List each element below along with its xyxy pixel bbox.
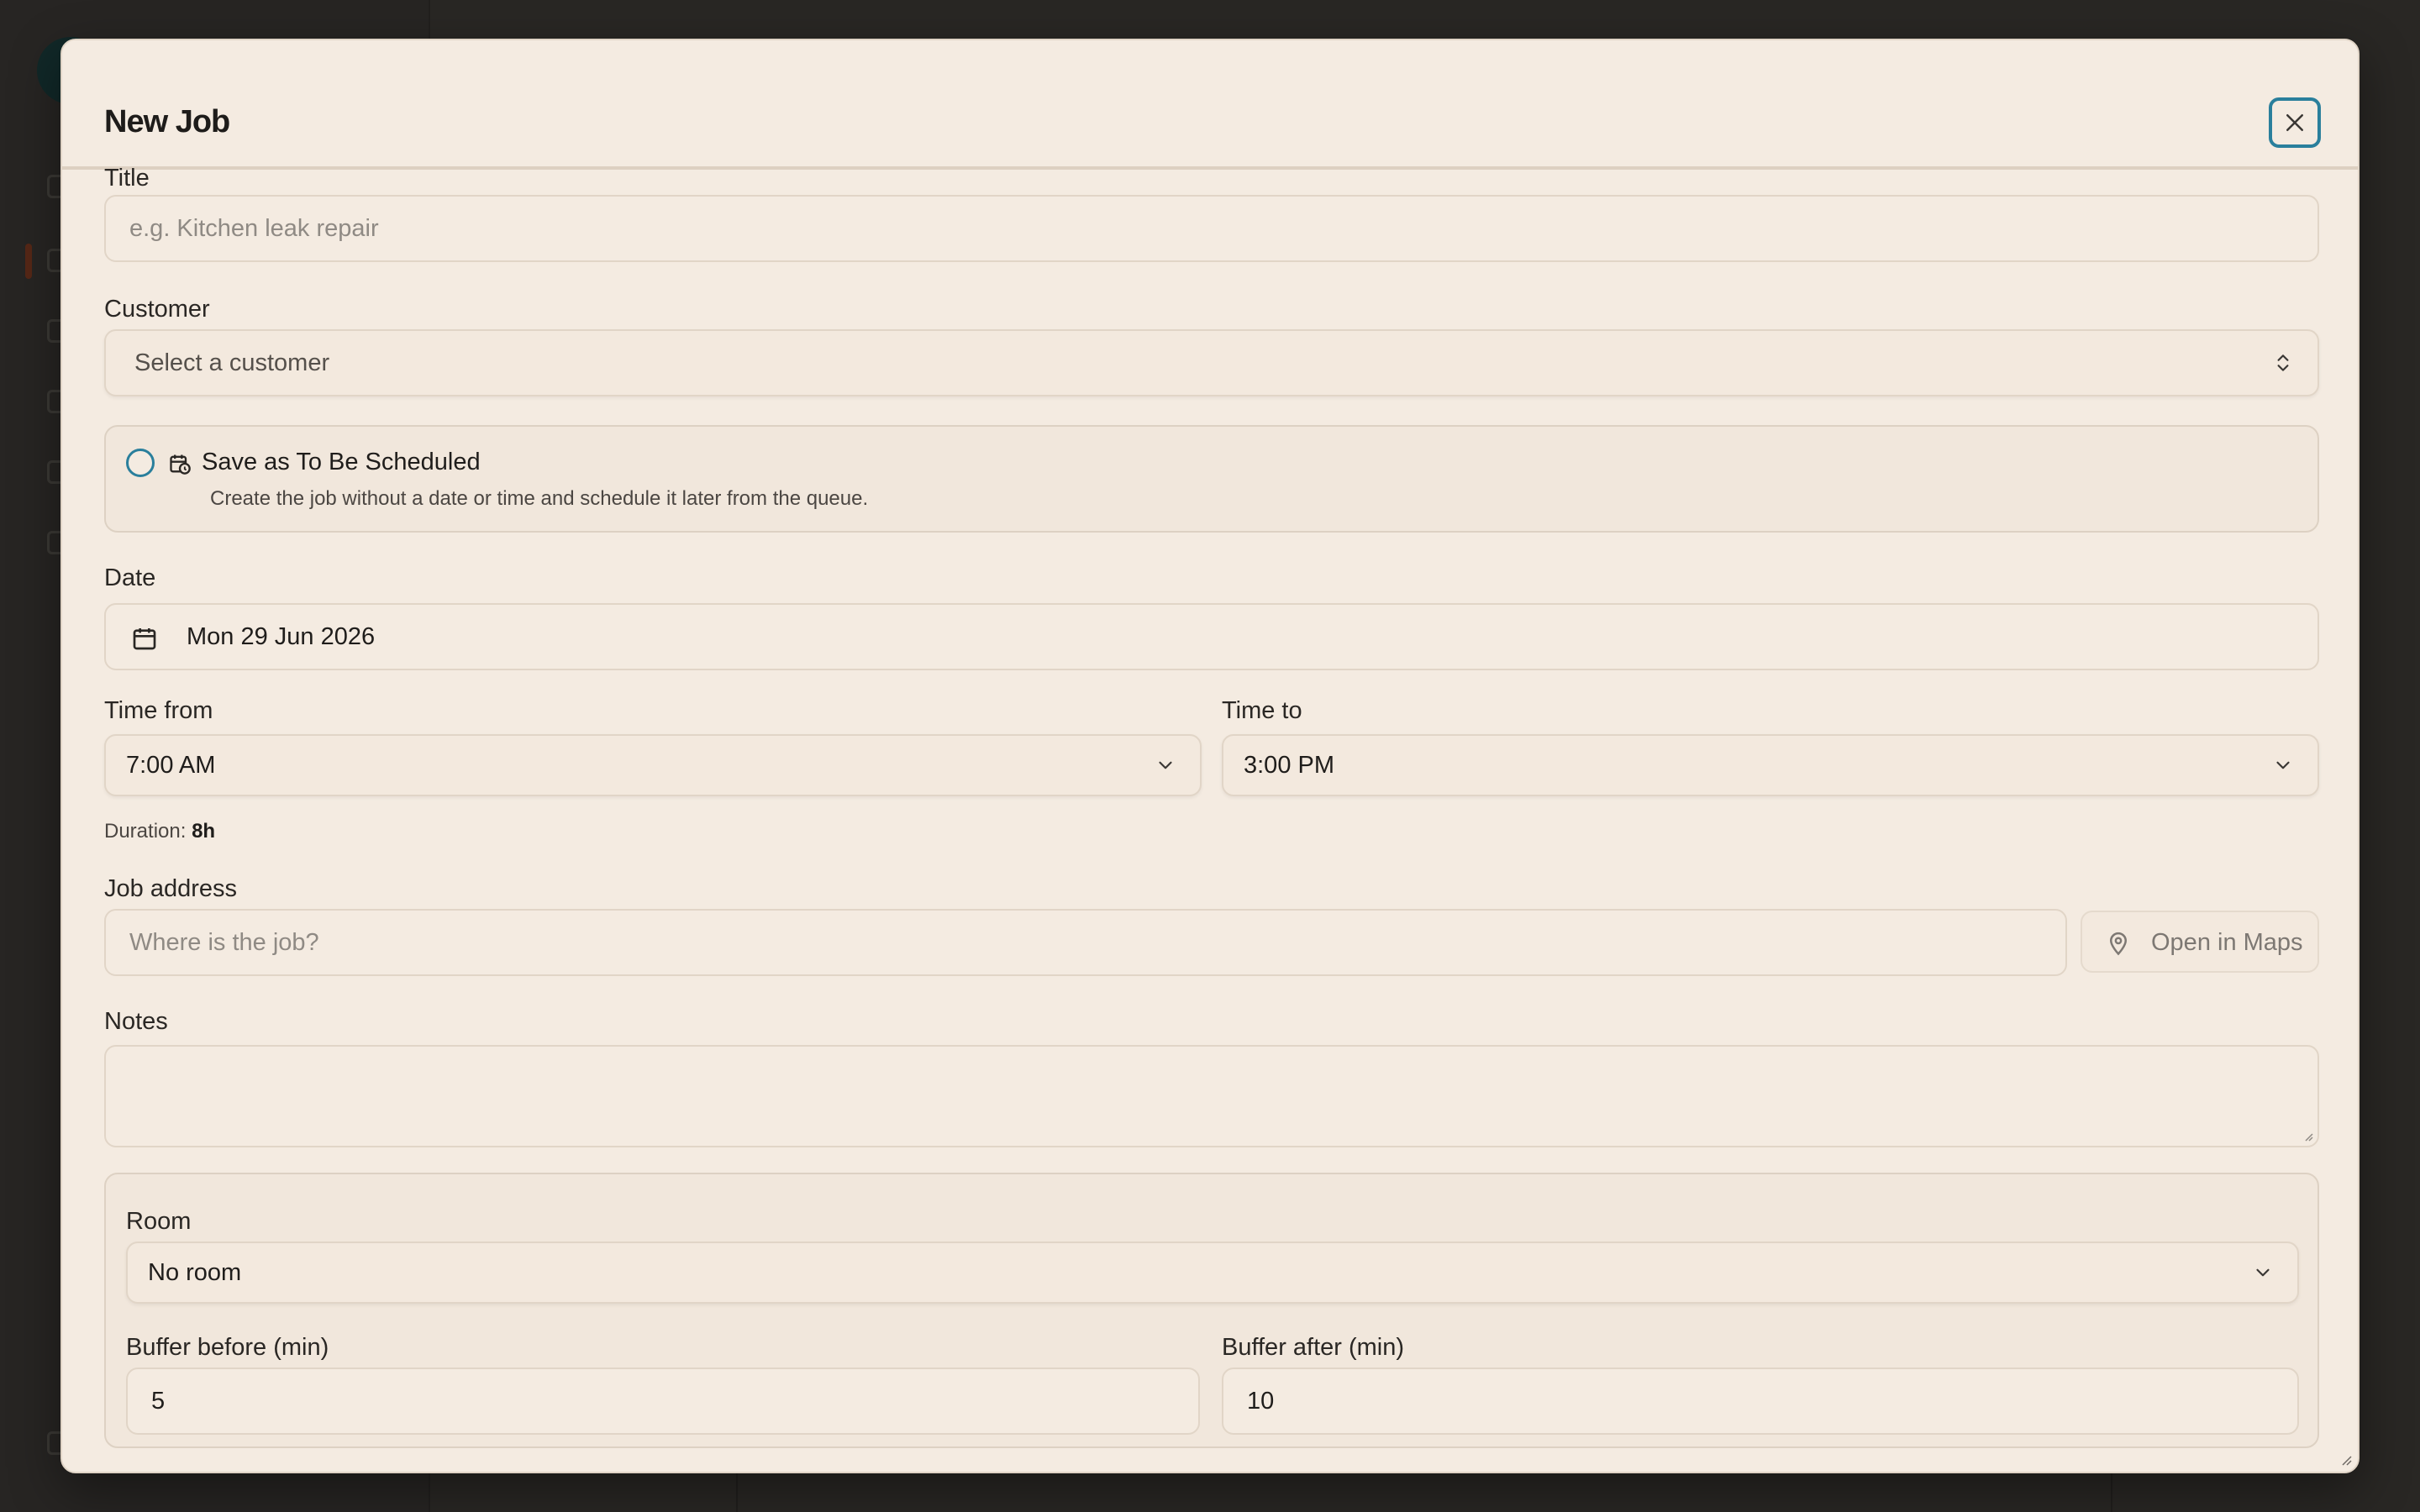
title-label: Title [104, 165, 150, 192]
time-from-value: 7:00 AM [126, 751, 216, 779]
room-section: Room No room Buffer before (min) 5 Buffe… [104, 1173, 2319, 1448]
chevron-down-icon [2276, 761, 2290, 769]
time-from-select[interactable]: 7:00 AM [104, 734, 1202, 796]
dialog-title: New Job [104, 104, 230, 139]
job-address-label: Job address [104, 875, 237, 902]
calendar-icon [133, 628, 156, 650]
open-in-maps-label: Open in Maps [2151, 929, 2303, 956]
date-value: Mon 29 Jun 2026 [187, 623, 376, 650]
date-label: Date [104, 564, 156, 591]
buffer-before-label: Buffer before (min) [126, 1334, 329, 1361]
dialog-resize-icon[interactable] [2338, 1452, 2353, 1467]
dialog-header: New Job [62, 40, 2358, 170]
calendar-clock-icon [170, 454, 191, 475]
chevron-down-icon [2256, 1268, 2270, 1277]
resize-grip-icon[interactable] [2301, 1129, 2314, 1142]
to-be-scheduled-radio[interactable] [126, 449, 155, 477]
duration-readout: Duration: 8h [104, 820, 215, 843]
room-label: Room [126, 1208, 192, 1235]
to-be-scheduled-description: Create the job without a date or time an… [210, 487, 869, 510]
time-to-select[interactable]: 3:00 PM [1222, 734, 2319, 796]
buffer-before-input[interactable]: 5 [126, 1368, 1200, 1435]
to-be-scheduled-title: Save as To Be Scheduled [202, 449, 481, 475]
map-pin-icon [2109, 932, 2128, 956]
job-address-input[interactable]: Where is the job? [104, 909, 2067, 976]
chevron-down-icon [1159, 761, 1172, 769]
notes-textarea[interactable] [104, 1045, 2319, 1147]
room-select[interactable]: No room [126, 1242, 2299, 1304]
date-picker[interactable]: Mon 29 Jun 2026 [104, 603, 2319, 670]
close-icon [2286, 114, 2303, 131]
new-job-dialog: New Job Title e.g. Kitchen leak repair N… [60, 39, 2360, 1473]
open-in-maps-button[interactable]: Open in Maps [2081, 911, 2319, 973]
notes-label: Notes [104, 1008, 168, 1035]
time-from-label: Time from [104, 697, 213, 724]
close-button-top[interactable] [2269, 97, 2321, 148]
chevron-up-down-icon [2277, 354, 2289, 371]
time-to-label: Time to [1222, 697, 1302, 724]
title-input[interactable]: e.g. Kitchen leak repair [104, 195, 2319, 262]
buffer-after-input[interactable]: 10 [1222, 1368, 2299, 1435]
duration-value: 8h [192, 820, 216, 843]
customer-select[interactable]: Select a customer [104, 329, 2319, 396]
buffer-after-label: Buffer after (min) [1222, 1334, 1405, 1361]
duration-label: Duration: [104, 820, 187, 843]
to-be-scheduled-option[interactable]: Save as To Be Scheduled Create the job w… [104, 425, 2319, 533]
room-value: No room [148, 1258, 242, 1286]
customer-label: Customer [104, 296, 210, 323]
customer-select-value: Select a customer [134, 349, 330, 376]
time-to-value: 3:00 PM [1244, 751, 1334, 779]
